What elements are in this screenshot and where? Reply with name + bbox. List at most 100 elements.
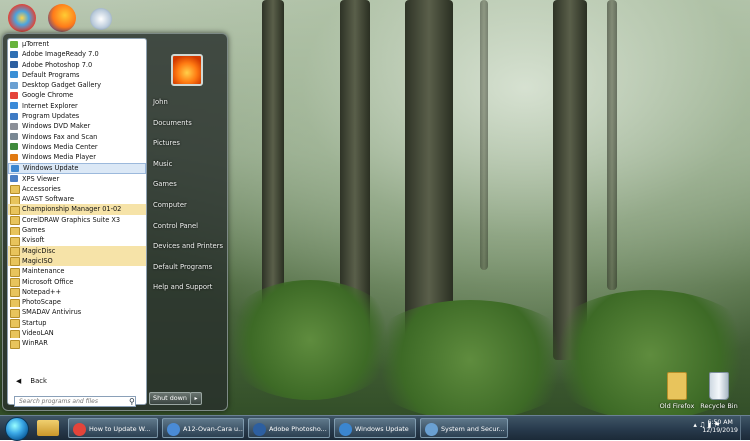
taskbar-window-button[interactable]: A12-Ovan-Cara u... xyxy=(162,418,244,438)
firefox-icon[interactable] xyxy=(48,4,76,32)
program-item[interactable]: Accessories xyxy=(8,184,146,195)
program-label: Adobe Photoshop 7.0 xyxy=(22,60,93,69)
program-label: Google Chrome xyxy=(22,91,74,100)
start-link[interactable]: Control Panel xyxy=(147,220,225,241)
start-link[interactable]: Games xyxy=(147,178,225,199)
program-label: XPS Viewer xyxy=(22,174,60,183)
right-links-panel: John Documents Pictures Music Games Computer C… xyxy=(147,96,225,302)
start-link[interactable]: Default Programs xyxy=(147,261,225,282)
start-link[interactable]: Help and Support xyxy=(147,281,225,302)
program-label: Windows Update xyxy=(23,163,79,172)
search-input[interactable] xyxy=(14,396,136,407)
program-item[interactable]: Adobe Photoshop 7.0 xyxy=(8,60,146,70)
taskbar-window-label: Adobe Photosho... xyxy=(269,425,327,433)
program-label: MagicDisc xyxy=(22,246,56,255)
program-item[interactable]: XPS Viewer xyxy=(8,174,146,184)
program-item[interactable]: CorelDRAW Graphics Suite X3 xyxy=(8,215,146,226)
program-label: Startup xyxy=(22,318,47,327)
program-item[interactable]: Notepad++ xyxy=(8,287,146,298)
program-item[interactable]: Program Updates xyxy=(8,111,146,121)
shutdown-options-arrow[interactable]: ▸ xyxy=(190,392,202,405)
show-desktop-button[interactable] xyxy=(740,416,750,440)
program-item[interactable]: Games xyxy=(8,225,146,236)
program-item[interactable]: AVAST Software xyxy=(8,194,146,205)
program-item[interactable]: Startup xyxy=(8,318,146,329)
desktop-icon-label: Old Firefox xyxy=(659,402,695,410)
folder-icon xyxy=(10,185,20,195)
program-item[interactable]: Windows Update xyxy=(8,162,146,174)
desktop-icon-label: Recycle Bin xyxy=(700,402,738,410)
program-item[interactable]: Kvisoft xyxy=(8,235,146,246)
program-item[interactable]: Desktop Gadget Gallery xyxy=(8,80,146,90)
program-label: Microsoft Office xyxy=(22,277,74,286)
folder-icon xyxy=(10,278,20,287)
program-item[interactable]: Microsoft Office xyxy=(8,277,146,287)
search-icon[interactable]: ⚲ xyxy=(129,397,135,406)
tree-trunk xyxy=(480,0,488,270)
program-item[interactable]: Windows DVD Maker xyxy=(8,121,146,131)
explorer-icon[interactable] xyxy=(37,420,59,436)
folder-icon xyxy=(10,319,20,329)
program-label: PhotoScape xyxy=(22,298,61,307)
start-link[interactable]: John xyxy=(147,96,225,117)
program-item[interactable]: µTorrent xyxy=(8,39,146,49)
folder-icon xyxy=(10,267,20,277)
program-item[interactable]: Windows Fax and Scan xyxy=(8,132,146,142)
folder-icon xyxy=(10,257,20,267)
program-label: Desktop Gadget Gallery xyxy=(22,81,102,90)
start-button[interactable] xyxy=(5,417,29,441)
program-item[interactable]: VideoLAN xyxy=(8,328,146,339)
program-label: Windows Media Center xyxy=(22,142,98,151)
taskbar-window-button[interactable]: Windows Update xyxy=(334,418,416,438)
programs-list: µTorrent Adobe ImageReady 7.0 Adobe Photos… xyxy=(8,39,146,349)
taskbar-window-button[interactable]: Adobe Photosho... xyxy=(248,418,330,438)
program-item[interactable]: Google Chrome xyxy=(8,90,146,100)
back-button[interactable]: ◀ Back xyxy=(8,375,146,387)
program-label: Windows DVD Maker xyxy=(22,122,91,131)
start-link[interactable]: Devices and Printers xyxy=(147,240,225,261)
chrome-icon[interactable] xyxy=(8,4,36,32)
shutdown-button[interactable]: Shut down xyxy=(149,392,191,405)
program-item[interactable]: Windows Media Player xyxy=(8,152,146,162)
start-link[interactable]: Computer xyxy=(147,199,225,220)
tree-trunk xyxy=(262,0,284,315)
taskbar-window-button[interactable]: How to Update W... xyxy=(68,418,158,438)
program-item[interactable]: Internet Explorer xyxy=(8,101,146,111)
start-link[interactable]: Documents xyxy=(147,117,225,138)
taskbar-window-button[interactable]: System and Secur... xyxy=(420,418,508,438)
taskbar-window-label: How to Update W... xyxy=(89,425,151,433)
program-label: SMADAV Antivirus xyxy=(22,308,82,317)
program-item[interactable]: MagicISO xyxy=(8,255,146,267)
folder-icon xyxy=(10,205,20,215)
folder-icon xyxy=(10,339,20,349)
program-item[interactable]: Default Programs xyxy=(8,70,146,80)
folder-icon xyxy=(10,329,20,339)
program-item[interactable]: Championship Manager 01-02 xyxy=(8,204,146,215)
program-label: Windows Media Player xyxy=(22,153,96,162)
program-label: AVAST Software xyxy=(22,195,75,204)
start-link[interactable]: Pictures xyxy=(147,137,225,158)
program-item[interactable]: PhotoScape xyxy=(8,297,146,308)
user-picture[interactable] xyxy=(171,54,203,86)
start-link[interactable]: Music xyxy=(147,158,225,179)
program-item[interactable]: WinRAR xyxy=(8,338,146,349)
program-label: Program Updates xyxy=(22,112,80,121)
back-arrow-icon: ◀ xyxy=(16,377,22,385)
desktop-icon-old-firefox[interactable]: Old Firefox xyxy=(658,372,696,410)
fax-scan-icon xyxy=(10,133,18,141)
xps-viewer-icon xyxy=(10,175,18,183)
disc-icon[interactable] xyxy=(90,8,112,30)
program-item[interactable]: Adobe ImageReady 7.0 xyxy=(8,49,146,59)
program-label: µTorrent xyxy=(22,40,50,48)
clock[interactable]: 6:50 AM 12/19/2019 xyxy=(702,419,738,435)
program-item[interactable]: MagicDisc xyxy=(8,245,146,256)
program-label: Internet Explorer xyxy=(22,101,78,110)
program-item[interactable]: Windows Media Center xyxy=(8,142,146,152)
program-item[interactable]: Maintenance xyxy=(8,266,146,277)
clock-date: 12/19/2019 xyxy=(702,427,738,434)
document-icon xyxy=(167,422,180,436)
program-label: Kvisoft xyxy=(22,236,45,245)
program-item[interactable]: SMADAV Antivirus xyxy=(8,307,146,318)
desktop-icon-recycle-bin[interactable]: Recycle Bin xyxy=(700,372,738,410)
folder-icon xyxy=(10,236,20,246)
